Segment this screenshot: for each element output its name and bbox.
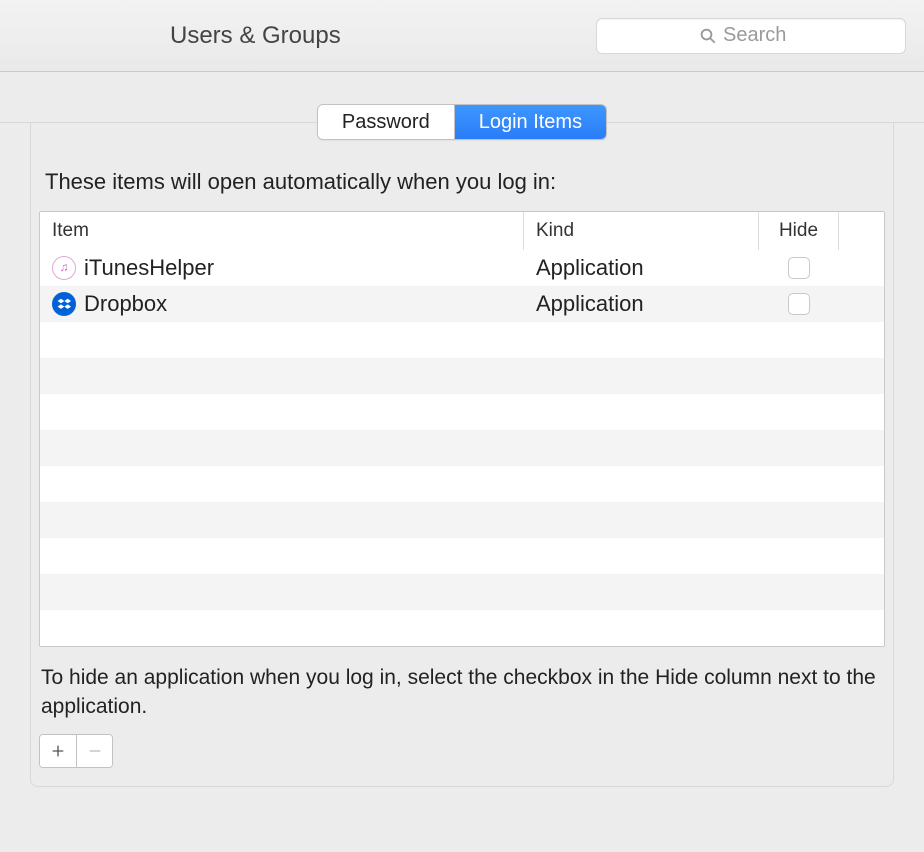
table-row-empty xyxy=(40,394,884,430)
column-header-kind[interactable]: Kind xyxy=(524,212,759,250)
table-row-empty xyxy=(40,430,884,466)
table-row-empty xyxy=(40,322,884,358)
item-name: Dropbox xyxy=(84,291,167,317)
hide-cell xyxy=(759,250,839,286)
login-items-table: Item Kind Hide iTunesHelperApplicationDr… xyxy=(39,211,885,647)
itunes-icon xyxy=(52,256,76,280)
column-header-pad xyxy=(839,212,884,250)
search-field-wrap[interactable] xyxy=(596,18,906,54)
table-row[interactable]: iTunesHelper Application xyxy=(40,250,884,286)
hide-checkbox[interactable] xyxy=(788,293,810,315)
add-button[interactable] xyxy=(40,735,76,767)
column-header-item[interactable]: Item xyxy=(40,212,524,250)
window-toolbar: Users & Groups xyxy=(0,0,924,72)
search-input[interactable] xyxy=(723,24,803,47)
kind-cell: Application xyxy=(524,250,759,286)
tab-password[interactable]: Password xyxy=(318,105,454,139)
add-remove-buttons xyxy=(39,734,113,768)
content-area: Password Login Items These items will op… xyxy=(0,72,924,787)
hide-checkbox[interactable] xyxy=(788,257,810,279)
table-header-row: Item Kind Hide xyxy=(40,212,884,250)
table-row-empty xyxy=(40,574,884,610)
item-cell: Dropbox xyxy=(40,286,524,322)
item-cell: iTunesHelper xyxy=(40,250,524,286)
kind-cell: Application xyxy=(524,286,759,322)
tab-login-items[interactable]: Login Items xyxy=(454,105,606,139)
table-row-empty xyxy=(40,610,884,646)
login-items-panel: These items will open automatically when… xyxy=(30,123,894,787)
table-row-empty xyxy=(40,502,884,538)
window-title: Users & Groups xyxy=(170,22,341,50)
column-header-hide[interactable]: Hide xyxy=(759,212,839,250)
table-row[interactable]: Dropbox Application xyxy=(40,286,884,322)
table-row-empty xyxy=(40,466,884,502)
help-text: To hide an application when you log in, … xyxy=(39,663,885,722)
hide-cell xyxy=(759,286,839,322)
table-row-empty xyxy=(40,538,884,574)
table-row-empty xyxy=(40,358,884,394)
remove-button[interactable] xyxy=(76,735,112,767)
dropbox-icon xyxy=(52,292,76,316)
search-icon xyxy=(699,27,717,45)
panel-heading: These items will open automatically when… xyxy=(39,169,885,195)
item-name: iTunesHelper xyxy=(84,255,214,281)
